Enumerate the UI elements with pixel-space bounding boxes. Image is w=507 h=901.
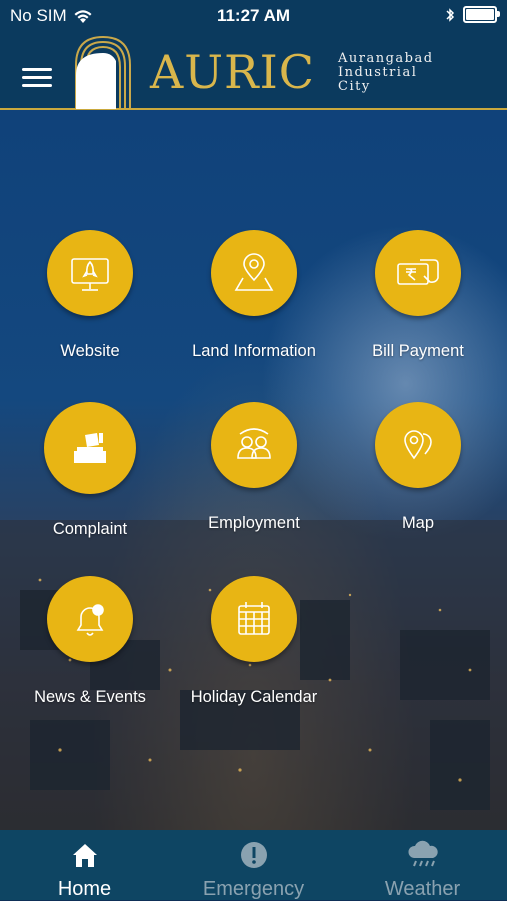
bottom-tab-bar: Home Emergency Weather	[0, 830, 507, 900]
tab-weather[interactable]: Weather	[338, 830, 507, 900]
auric-gate-logo	[75, 35, 131, 109]
employment-button[interactable]	[211, 402, 297, 488]
complaint-button[interactable]	[44, 402, 136, 494]
tile-map[interactable]: Map	[336, 402, 500, 533]
tile-label: Complaint	[52, 520, 128, 538]
tab-label: Weather	[384, 878, 461, 900]
bell-icon	[76, 604, 104, 636]
tab-label: Emergency	[202, 878, 305, 900]
rain-cloud-icon	[407, 840, 438, 867]
rupee-card-icon	[397, 259, 439, 285]
alert-icon	[240, 842, 267, 868]
logo-subtitle-line: City	[338, 79, 371, 94]
map-pins-icon	[404, 430, 432, 460]
tile-complaint[interactable]: Complaint	[8, 402, 172, 539]
bill-payment-button[interactable]	[375, 230, 461, 316]
logo-subtitle-line: Industrial	[338, 65, 418, 80]
tile-news-events[interactable]: News & Events	[8, 576, 172, 707]
news-events-button[interactable]	[47, 576, 133, 662]
tab-emergency[interactable]: Emergency	[169, 830, 338, 900]
clock: 11:27 AM	[216, 6, 291, 25]
tile-label: Bill Payment	[372, 342, 464, 360]
map-button[interactable]	[375, 402, 461, 488]
tile-bill-payment[interactable]: Bill Payment	[336, 230, 500, 361]
status-right	[445, 6, 500, 23]
tile-holiday-calendar[interactable]: Holiday Calendar	[172, 576, 336, 707]
rocket-laptop-icon	[71, 258, 109, 291]
website-button[interactable]	[47, 230, 133, 316]
holiday-calendar-button[interactable]	[211, 576, 297, 662]
home-background: Website Land Information Bill Payment Co…	[0, 110, 507, 830]
tab-home[interactable]: Home	[0, 830, 169, 900]
tile-label: Holiday Calendar	[190, 688, 318, 706]
hamburger-menu-icon[interactable]	[22, 68, 52, 88]
tile-employment[interactable]: Employment	[172, 402, 336, 533]
tile-land-information[interactable]: Land Information	[172, 230, 336, 361]
tile-label: Land Information	[192, 342, 316, 360]
app-header: AURIC Aurangabad Industrial City	[0, 30, 507, 110]
battery-icon	[463, 6, 500, 23]
tile-label: Employment	[208, 514, 300, 532]
tile-label: News & Events	[34, 688, 146, 706]
home-icon	[72, 844, 97, 867]
tile-label: Website	[60, 342, 120, 360]
land-information-button[interactable]	[211, 230, 297, 316]
tab-label: Home	[57, 878, 112, 900]
status-bar: No SIM 11:27 AM	[0, 0, 507, 30]
logo-subtitle: Aurangabad Industrial City	[338, 52, 434, 94]
calendar-icon	[238, 602, 270, 635]
bluetooth-icon	[446, 7, 455, 22]
menu-grid: Website Land Information Bill Payment Co…	[0, 110, 507, 830]
ballot-box-icon	[74, 433, 106, 463]
tile-website[interactable]: Website	[8, 230, 172, 361]
location-map-icon	[234, 253, 274, 291]
logo-wordmark: AURIC	[150, 45, 315, 99]
logo-subtitle-line: Aurangabad	[338, 51, 434, 66]
tile-label: Map	[401, 514, 435, 532]
people-icon	[237, 428, 271, 459]
